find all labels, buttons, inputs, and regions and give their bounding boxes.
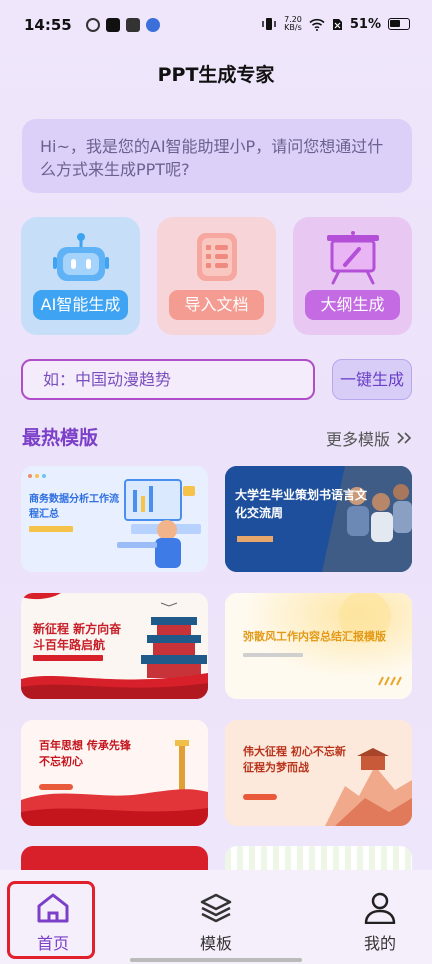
- template-card-partial[interactable]: [225, 846, 412, 870]
- template-card[interactable]: 新征程 新方向奋斗百年路启航: [21, 593, 208, 699]
- nav-mine-label: 我的: [363, 934, 396, 953]
- network-speed: 7.20 KB/s: [284, 15, 302, 32]
- gesture-bar: [130, 958, 302, 962]
- hot-templates-title: 最热模版: [22, 427, 99, 449]
- layers-icon: [200, 893, 232, 923]
- person-icon: [364, 892, 396, 924]
- template-card[interactable]: 百年思想 传承先锋不忘初心: [21, 720, 208, 826]
- more-templates-label: 更多模版: [325, 430, 390, 449]
- import-doc-label: 导入文档: [169, 290, 264, 320]
- template-title: 商务数据分析工作流程汇总: [29, 494, 119, 520]
- double-chevron-right-icon: [397, 432, 412, 444]
- status-indicators: 7.20 KB/s 51%: [261, 16, 410, 32]
- template-card-partial[interactable]: [21, 846, 208, 870]
- template-title: 弥散风工作内容总结汇报模版: [243, 630, 386, 643]
- template-card[interactable]: 弥散风工作内容总结汇报模版: [225, 593, 412, 699]
- nav-templates-label: 模板: [199, 934, 232, 953]
- ai-generate-label: AI智能生成: [33, 290, 128, 320]
- template-card[interactable]: 商务数据分析工作流程汇总: [21, 466, 208, 572]
- message-icon: [126, 18, 140, 32]
- vibrate-icon: [262, 18, 276, 30]
- home-highlight-box: [7, 881, 95, 959]
- template-thumbnail: [21, 720, 208, 826]
- template-card[interactable]: 伟大征程 初心不忘新征程为梦而战: [225, 720, 412, 826]
- presentation-board-icon: [326, 231, 379, 285]
- one-click-generate-button[interactable]: 一键生成: [332, 359, 412, 400]
- app-badge-icon: [146, 18, 160, 32]
- battery-icon: [388, 18, 410, 30]
- ai-generate-card[interactable]: AI智能生成: [21, 217, 140, 335]
- status-bar: 14:55 7.20 KB/s 51%: [0, 0, 432, 50]
- robot-icon: [52, 233, 109, 281]
- template-title: 百年思想 传承先锋不忘初心: [39, 739, 131, 768]
- template-card[interactable]: 大学生毕业策划书语言文化交流周: [225, 466, 412, 572]
- status-time: 14:55: [24, 16, 72, 34]
- app-notification-icon: [86, 18, 100, 32]
- template-tag: [29, 526, 73, 532]
- assistant-greeting: Hi~，我是您的AI智能助理小P，请问您想通过什么方式来生成PPT呢?: [22, 119, 412, 193]
- nav-mine[interactable]: 我的: [340, 892, 420, 954]
- no-sim-icon: [332, 18, 342, 30]
- template-tag: [33, 655, 103, 661]
- template-title: 伟大征程 初心不忘新征程为梦而战: [243, 745, 346, 774]
- topic-input[interactable]: 如：中国动漫趋势: [21, 359, 315, 400]
- tiktok-icon: [106, 18, 120, 32]
- outline-generate-label: 大纲生成: [305, 290, 400, 320]
- document-icon: [196, 233, 237, 281]
- more-templates-link[interactable]: 更多模版: [326, 426, 412, 450]
- template-title: 大学生毕业策划书语言文化交流周: [235, 488, 368, 520]
- template-thumbnail: [225, 593, 412, 699]
- template-title: 新征程 新方向奋斗百年路启航: [33, 622, 122, 652]
- import-doc-card[interactable]: 导入文档: [157, 217, 276, 335]
- page-title: PPT生成专家: [157, 64, 275, 86]
- battery-percent: 51%: [349, 16, 381, 32]
- wifi-icon: [309, 18, 325, 31]
- nav-templates[interactable]: 模板: [176, 892, 256, 954]
- outline-generate-card[interactable]: 大纲生成: [293, 217, 412, 335]
- template-tag: [243, 653, 303, 657]
